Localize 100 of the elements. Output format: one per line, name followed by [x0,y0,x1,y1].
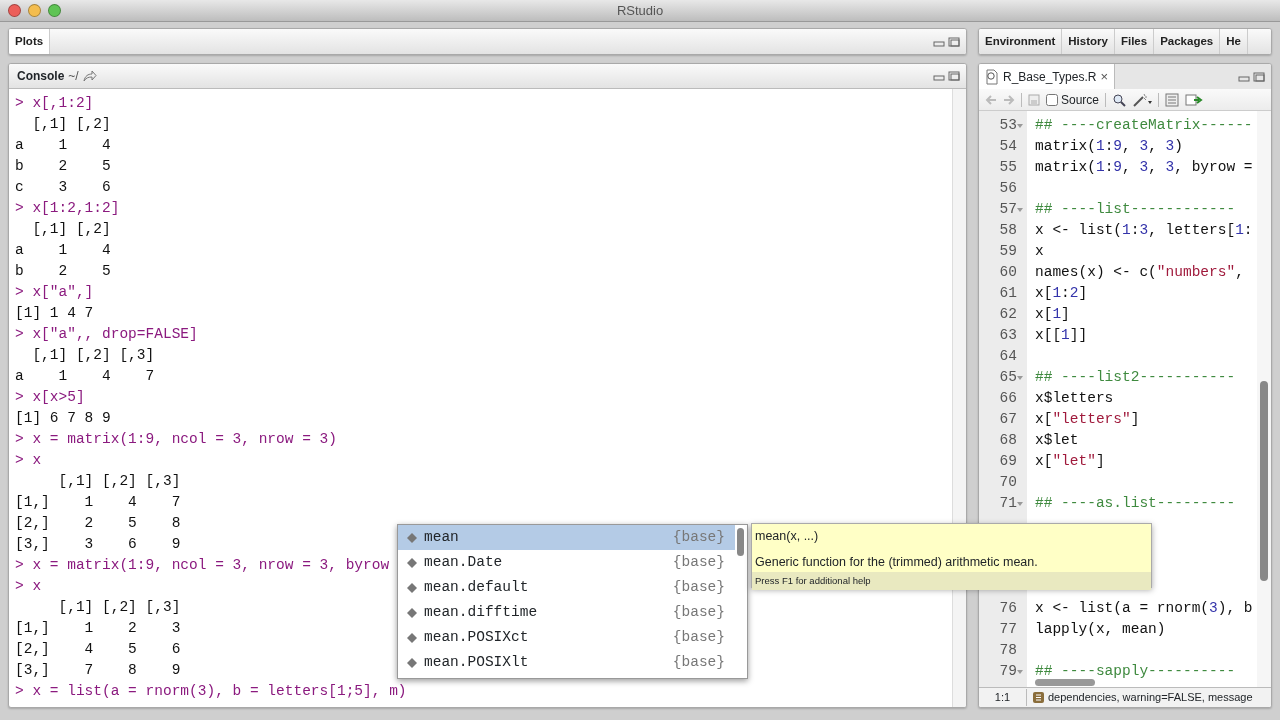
console-output: a 1 4 [15,241,111,260]
maximize-pane-icon[interactable] [1253,71,1265,82]
console-output: a 1 4 7 [15,367,155,386]
console-output: [1,] 1 4 7 [15,493,181,512]
chunk-name: dependencies, warning=FALSE, message [1048,690,1253,706]
line-number: 53 [999,117,1017,133]
console-output: c 3 6 [15,178,111,197]
scrollbar-thumb[interactable] [1260,381,1268,581]
console-output: [,1] [,2] [,3] [31,346,155,365]
fold-icon[interactable] [1017,205,1023,214]
line-number: 56 [999,180,1017,196]
code-line: x["letters"] [1035,410,1140,429]
zoom-button[interactable] [48,4,61,17]
checkbox-label[interactable]: Source [1061,90,1100,109]
checkbox[interactable] [1046,93,1058,106]
search-icon[interactable] [1112,92,1127,107]
chunk-icon [1033,692,1044,703]
code-line: x[1:2] [1035,284,1088,303]
line-number: 69 [999,453,1017,469]
line-number: 78 [999,642,1017,658]
cursor-position: 1:1 [979,689,1027,706]
maximize-pane-icon[interactable] [948,71,960,81]
console-command: > x["a",, drop=FALSE] [15,325,198,344]
console-title: Console [17,68,65,85]
window-title: RStudio [616,2,664,20]
console-output: [,1] [,2] [,3] [57,472,181,491]
close-tab-button[interactable]: × [1100,66,1108,87]
code-line: x[[1]] [1035,326,1088,345]
console-command: > x[x>5] [15,388,85,407]
code-line: ## ----list------------ [1035,200,1236,219]
console-output: [1,] 1 2 3 [15,619,181,638]
line-number: 62 [999,306,1017,322]
code-line: ## ----as.list--------- [1035,494,1236,513]
console-command: > x = list(a = rnorm(3), b = letters[1;5], m) [15,682,407,701]
minimize-button[interactable] [28,4,41,17]
line-number: 71 [999,495,1017,511]
console-command: > x["a",] [15,283,94,302]
code-line: x["let"] [1035,452,1105,471]
completion-item[interactable]: mean {base} [398,525,735,550]
line-number: 58 [999,222,1017,238]
code-line: x <- list(1:3, letters[1: [1035,221,1253,240]
console-output: b 2 5 [15,262,111,281]
console-output: [2,] 2 5 8 [15,514,181,533]
help-hint: Press F1 for additional help [752,571,1151,590]
code-line: x[1] [1035,305,1070,324]
magic-wand-icon[interactable] [1132,92,1153,107]
fold-icon[interactable] [1017,667,1023,676]
scrollbar-thumb[interactable] [737,528,744,556]
outline-icon[interactable] [1165,92,1180,107]
code-line: x [1035,242,1044,261]
completion-item[interactable]: mean.POSIXct {base} [398,625,735,650]
run-line-icon[interactable] [1185,92,1204,107]
back-arrow-icon[interactable] [985,93,997,106]
console-output: [1] 6 7 8 9 [15,409,111,428]
line-number: 68 [999,432,1017,448]
code-line: x <- list(a = rnorm(3), b [1035,599,1253,618]
console-output: [3,] 3 6 9 [15,535,181,554]
line-number: 79 [999,663,1017,679]
console-output: [1] 1 4 7 [15,304,94,323]
share-arrow-icon[interactable] [82,70,97,82]
pane-tab[interactable]: Environment [979,29,1063,54]
console-command: > x[1:2,1:2] [15,199,120,218]
console-output: [2,] 4 5 6 [15,640,181,659]
completion-item[interactable]: mean.difftime {base} [398,600,735,625]
console-command: > x = matrix(1:9, ncol = 3, nrow = 3, byrow [15,556,390,575]
forward-arrow-icon[interactable] [1003,93,1015,106]
code-line: names(x) <- c("numbers", [1035,263,1244,282]
file-tab[interactable]: R_Base_Types.R × [979,64,1115,89]
save-icon[interactable] [1028,93,1040,106]
pane-tab[interactable]: History [1062,29,1115,54]
console-command: > x[,1:2] [15,94,94,113]
line-number: 65 [999,369,1017,385]
console-command: > x [15,577,42,596]
completion-item[interactable]: mean.default {base} [398,575,735,600]
line-number: 55 [999,159,1017,175]
console-output: a 1 4 [15,136,111,155]
pane-tab[interactable]: He [1220,29,1248,54]
line-number: 57 [999,201,1017,217]
line-number: 67 [999,411,1017,427]
maximize-pane-icon[interactable] [948,36,960,47]
console-command: > x [15,451,42,470]
function-description: Generic function for the (trimmed) arithmetic mean. [754,553,1039,571]
code-line: ## ----sapply---------- [1035,662,1236,681]
pane-tab[interactable]: Files [1114,29,1155,54]
completion-item[interactable]: mean.POSIXlt {base} [398,650,735,675]
fold-icon[interactable] [1017,373,1023,382]
line-number: 77 [999,621,1017,637]
console-output: [,1] [,2] [31,220,111,239]
scrollbar-thumb[interactable] [1035,679,1095,686]
console-command: > x = matrix(1:9, ncol = 3, nrow = 3) [15,430,337,449]
completion-item[interactable]: mean.Date {base} [398,550,735,575]
line-number: 76 [999,600,1017,616]
console-output: [,1] [,2] [31,115,111,134]
function-signature: mean(x, ...) [754,528,820,545]
pane-tab[interactable]: Packages [1154,29,1221,54]
close-button[interactable] [8,4,21,17]
fold-icon[interactable] [1017,121,1023,130]
pane-tab[interactable]: Plots [9,29,51,54]
fold-icon[interactable] [1017,499,1023,508]
line-number: 63 [999,327,1017,343]
